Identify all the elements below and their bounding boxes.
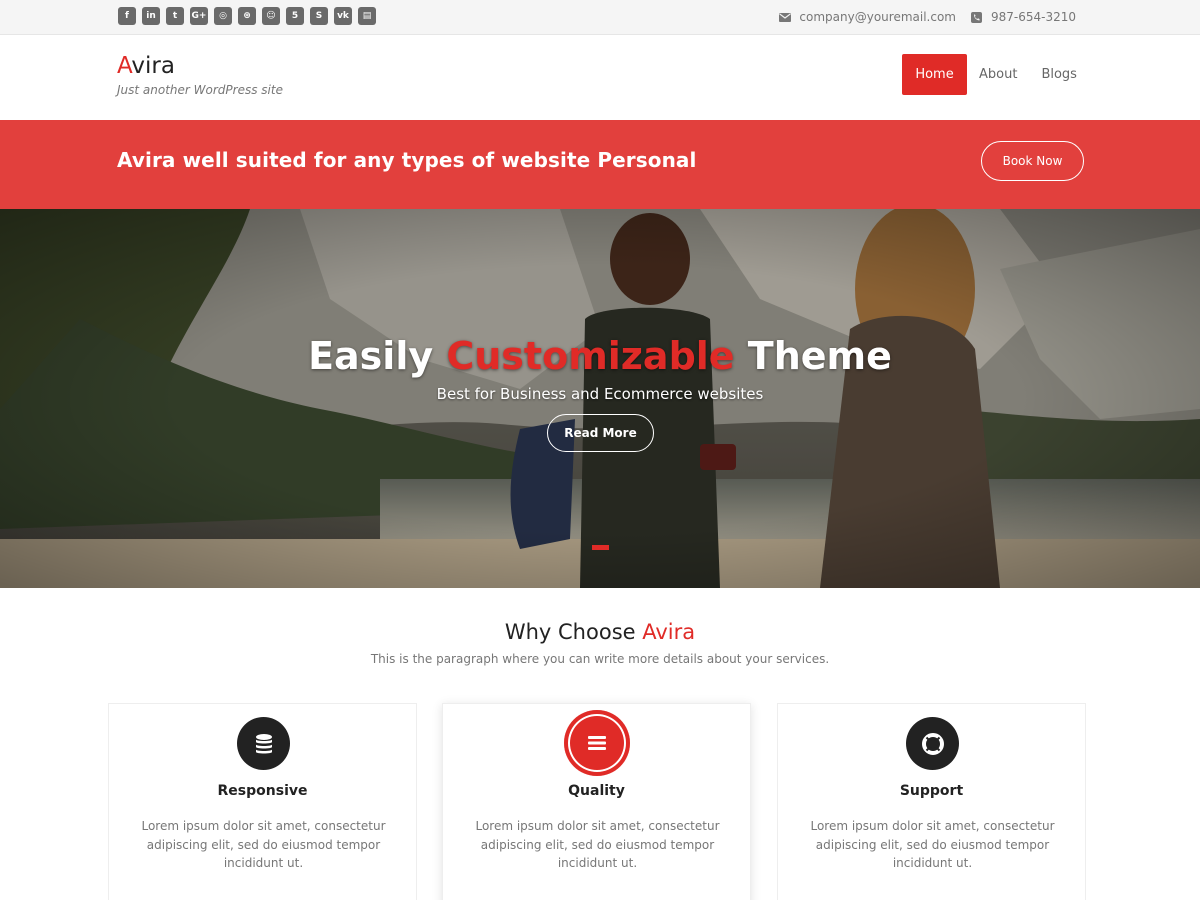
feature-card-support: Support Lorem ipsum dolor sit amet, cons… [777,703,1086,900]
facebook-icon[interactable]: f [118,7,136,25]
banner-text: Avira well suited for any types of websi… [117,148,697,172]
feature-title: Quality [568,783,625,799]
foursquare-icon[interactable]: ▤ [358,7,376,25]
nav-item-about[interactable]: About [967,54,1029,95]
nav-item-blogs[interactable]: Blogs [1029,54,1089,95]
section-title-pre: Why Choose [504,620,643,644]
reddit-icon[interactable]: ☺ [262,7,280,25]
logo-rest: vira [131,53,175,79]
envelope-icon [778,11,791,24]
feature-text: Lorem ipsum dolor sit amet, consectetur … [810,819,1055,870]
nav-item-home[interactable]: Home [902,54,967,95]
contact-email[interactable]: company@youremail.com [799,10,956,24]
contact-info: company@youremail.com 987-654-3210 [778,10,1076,24]
hero-title: Easily Customizable Theme [0,334,1200,378]
feature-title: Responsive [217,783,308,799]
html5-icon[interactable]: 5 [286,7,304,25]
feature-card-quality: Quality Lorem ipsum dolor sit amet, cons… [442,703,751,900]
contact-phone[interactable]: 987-654-3210 [991,10,1076,24]
twitter-icon[interactable]: t [166,7,184,25]
social-links: f in t G+ ◎ ⊛ ☺ 5 Svk ▤ [118,7,376,25]
site-header: Avira Just another WordPress site Home A… [0,35,1200,120]
life-ring-icon [906,717,959,770]
callout-banner: Avira well suited for any types of websi… [0,120,1200,209]
dribbble-icon[interactable]: ⊛ [238,7,256,25]
main-nav: Home About Blogs [902,54,1089,95]
phone-icon [970,11,983,24]
vk-icon[interactable]: vk [334,7,352,25]
hero-title-post: Theme [734,334,892,378]
top-bar: f in t G+ ◎ ⊛ ☺ 5 Svk ▤ company@youremail.com 987… [0,0,1200,35]
section-title: Why Choose Avira [0,620,1200,644]
database-icon [237,717,290,770]
feature-text: Lorem ipsum dolor sit amet, consectetur … [475,819,720,870]
site-tagline: Just another WordPress site [117,83,283,97]
section-title-highlight: Avira [642,620,696,644]
linkedin-icon[interactable]: in [142,7,160,25]
book-now-button[interactable]: Book Now [981,141,1084,181]
logo-initial: A [117,53,132,79]
list-icon [564,710,630,776]
section-subtitle: This is the paragraph where you can writ… [370,652,830,666]
read-more-button[interactable]: Read More [547,414,654,452]
hero-slider: Easily Customizable Theme Best for Busin… [0,209,1200,588]
google-plus-icon[interactable]: G+ [190,7,208,25]
hero-title-pre: Easily [308,334,447,378]
site-logo[interactable]: Avira [117,53,175,79]
feature-title: Support [899,783,964,799]
instagram-icon[interactable]: ◎ [214,7,232,25]
slider-indicator[interactable] [592,545,609,550]
feature-text: Lorem ipsum dolor sit amet, consectetur … [141,819,386,870]
feature-card-responsive: Responsive Lorem ipsum dolor sit amet, c… [108,703,417,900]
hero-subtitle: Best for Business and Ecommerce websites [436,385,764,403]
skype-icon[interactable]: S [310,7,328,25]
hero-title-highlight: Customizable [446,334,735,378]
